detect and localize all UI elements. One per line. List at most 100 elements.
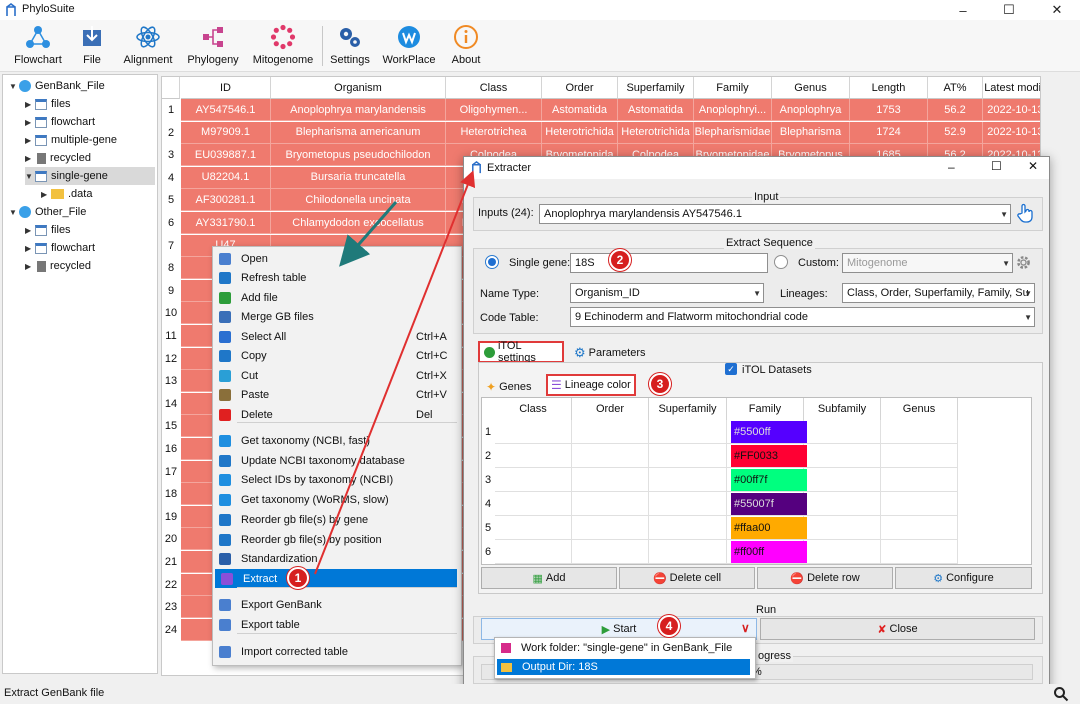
lineage-column-header[interactable]: Family xyxy=(727,398,804,420)
lineage-cell[interactable] xyxy=(804,420,881,444)
column-header[interactable]: Length xyxy=(850,77,928,99)
search-icon[interactable] xyxy=(1053,686,1069,702)
tree-item-genbank-file[interactable]: ▼ GenBank_File xyxy=(9,77,105,95)
lineage-cell[interactable] xyxy=(649,516,727,540)
table-cell[interactable]: 2022-10-13 ... xyxy=(983,99,1040,121)
family-color-cell[interactable]: #FF0033 xyxy=(731,445,807,467)
single-gene-input[interactable]: 18S xyxy=(570,253,768,273)
lineage-column-header[interactable]: Order xyxy=(572,398,649,420)
tab-parameters[interactable]: ⚙ Parameters xyxy=(574,343,646,363)
tree-item-flowchart[interactable]: ▶ flowchart xyxy=(25,113,95,131)
minimize-button[interactable]: – xyxy=(940,0,986,20)
menu-item-import-corrected-table[interactable]: Import corrected table xyxy=(213,642,461,661)
lineage-cell[interactable] xyxy=(649,540,727,564)
tree-item-recycled[interactable]: ▶ recycled xyxy=(25,257,91,275)
toolbar-workplace-button[interactable]: WorkPlace xyxy=(380,22,438,72)
table-cell[interactable]: Anoplophrya xyxy=(772,99,850,121)
row-number[interactable]: 21 xyxy=(162,551,180,573)
hand-pointer-icon[interactable] xyxy=(1016,203,1034,223)
column-header[interactable]: Latest modified xyxy=(983,77,1040,99)
menu-item-select-ids-by-taxonomy-ncbi[interactable]: Select IDs by taxonomy (NCBI) xyxy=(213,470,461,489)
close-window-button[interactable]: ✕ xyxy=(1034,0,1080,20)
table-cell[interactable]: AF300281.1 xyxy=(181,189,271,212)
toolbar-phylogeny-button[interactable]: Phylogeny xyxy=(184,22,242,72)
lineage-column-header[interactable]: Class xyxy=(495,398,572,420)
table-cell[interactable]: Blepharismidae xyxy=(694,121,772,144)
row-number[interactable]: 6 xyxy=(162,212,180,234)
row-number[interactable]: 20 xyxy=(162,528,180,551)
table-cell[interactable]: Anoplophryi... xyxy=(694,99,772,121)
row-number[interactable]: 2 xyxy=(162,121,180,144)
row-number[interactable]: 11 xyxy=(162,325,180,347)
menu-item-extract[interactable]: Extract xyxy=(215,569,457,588)
name-type-dropdown[interactable]: Organism_ID ▼ xyxy=(570,283,764,303)
menu-item-copy[interactable]: Copy Ctrl+C xyxy=(213,346,461,365)
row-number[interactable]: 14 xyxy=(162,392,180,415)
collapse-arrow-icon[interactable]: ▶ xyxy=(25,244,35,253)
close-button[interactable]: ✘ Close xyxy=(760,618,1035,640)
column-header[interactable]: Class xyxy=(446,77,542,99)
lineage-cell[interactable] xyxy=(649,492,727,516)
tree-item-flowchart[interactable]: ▶ flowchart xyxy=(25,239,95,257)
table-cell[interactable]: M97909.1 xyxy=(181,121,271,144)
toolbar-mitogenome-button[interactable]: Mitogenome xyxy=(250,22,316,72)
itol-datasets-checkbox[interactable]: ✓ xyxy=(725,363,737,375)
lineage-cell[interactable] xyxy=(572,468,649,492)
subtab-lineage-color[interactable]: ☰ Lineage color xyxy=(546,374,636,396)
subtab-genes[interactable]: ✦ Genes xyxy=(484,376,544,398)
table-cell[interactable]: Bryometopus pseudochilodon xyxy=(271,144,446,167)
menu-item-update-ncbi-taxonomy-database[interactable]: Update NCBI taxonomy database xyxy=(213,451,461,470)
lineage-cell[interactable] xyxy=(572,540,649,564)
lineage-cell[interactable] xyxy=(495,444,572,468)
row-number[interactable]: 7 xyxy=(162,234,180,257)
table-cell[interactable]: EU039887.1 xyxy=(181,144,271,167)
table-cell[interactable]: Bursaria truncatella xyxy=(271,166,446,189)
table-cell[interactable]: Heterotrichea xyxy=(446,121,542,144)
add-button[interactable]: ▦ Add xyxy=(481,567,617,589)
lineage-color-table[interactable]: Class Order Superfamily Family Subfamily Genu… xyxy=(481,397,1032,565)
menu-item-add-file[interactable]: Add file xyxy=(213,288,461,307)
custom-radio[interactable] xyxy=(774,255,788,269)
row-number[interactable]: 15 xyxy=(162,415,180,438)
inputs-dropdown[interactable]: Anoplophrya marylandensis AY547546.1 ▼ xyxy=(539,204,1011,224)
column-header[interactable]: ID xyxy=(181,77,271,99)
family-color-cell[interactable]: #ff00ff xyxy=(731,541,807,563)
table-cell[interactable]: 2022-10-13 ... xyxy=(983,121,1040,144)
menu-item-open[interactable]: Open xyxy=(213,249,461,268)
lineage-cell[interactable] xyxy=(572,420,649,444)
lineage-cell[interactable] xyxy=(881,468,958,492)
table-cell[interactable]: Oligohymen... xyxy=(446,99,542,121)
collapse-arrow-icon[interactable]: ▶ xyxy=(25,100,35,109)
expand-arrow-icon[interactable]: ▼ xyxy=(25,172,35,181)
menu-item-cut[interactable]: Cut Ctrl+X xyxy=(213,366,461,385)
lineage-cell[interactable] xyxy=(881,444,958,468)
table-cell[interactable]: 52.9 xyxy=(928,121,983,144)
menu-item-reorder-gb-file-s-by-gene[interactable]: Reorder gb file(s) by gene xyxy=(213,510,461,529)
menu-item-export-table[interactable]: Export table xyxy=(213,615,461,634)
lineages-dropdown[interactable]: Class, Order, Superfamily, Family, Su ▼ xyxy=(842,283,1035,303)
menu-item-get-taxonomy-ncbi-fast[interactable]: Get taxonomy (NCBI, fast) xyxy=(213,431,461,450)
lineage-cell[interactable] xyxy=(495,516,572,540)
family-color-cell[interactable]: #55007f xyxy=(731,493,807,515)
menu-item-select-all[interactable]: Select All Ctrl+A xyxy=(213,327,461,346)
column-header[interactable]: Organism xyxy=(271,77,446,99)
table-cell[interactable]: AY331790.1 xyxy=(181,212,271,234)
tree-item-other-file[interactable]: ▼ Other_File xyxy=(9,203,86,221)
toolbar-about-button[interactable]: About xyxy=(446,22,486,72)
lineage-cell[interactable] xyxy=(881,420,958,444)
lineage-cell[interactable] xyxy=(495,492,572,516)
custom-dropdown[interactable]: Mitogenome ▼ xyxy=(842,253,1013,273)
expand-arrow-icon[interactable]: ▼ xyxy=(9,82,19,91)
delete-row-button[interactable]: ⛔ Delete row xyxy=(757,567,893,589)
menu-item-merge-gb-files[interactable]: Merge GB files xyxy=(213,307,461,326)
table-cell[interactable]: Chilodonella uncinata xyxy=(271,189,446,212)
table-cell[interactable]: Astomatida xyxy=(542,99,618,121)
menu-item-refresh-table[interactable]: Refresh table xyxy=(213,268,461,287)
toolbar-flowchart-button[interactable]: Flowchart xyxy=(12,22,64,72)
collapse-arrow-icon[interactable]: ▶ xyxy=(41,190,51,199)
family-color-cell[interactable]: #ffaa00 xyxy=(731,517,807,539)
lineage-cell[interactable] xyxy=(804,468,881,492)
dialog-maximize-button[interactable]: ☐ xyxy=(991,159,1002,173)
lineage-cell[interactable] xyxy=(881,516,958,540)
maximize-button[interactable]: ☐ xyxy=(986,0,1032,20)
